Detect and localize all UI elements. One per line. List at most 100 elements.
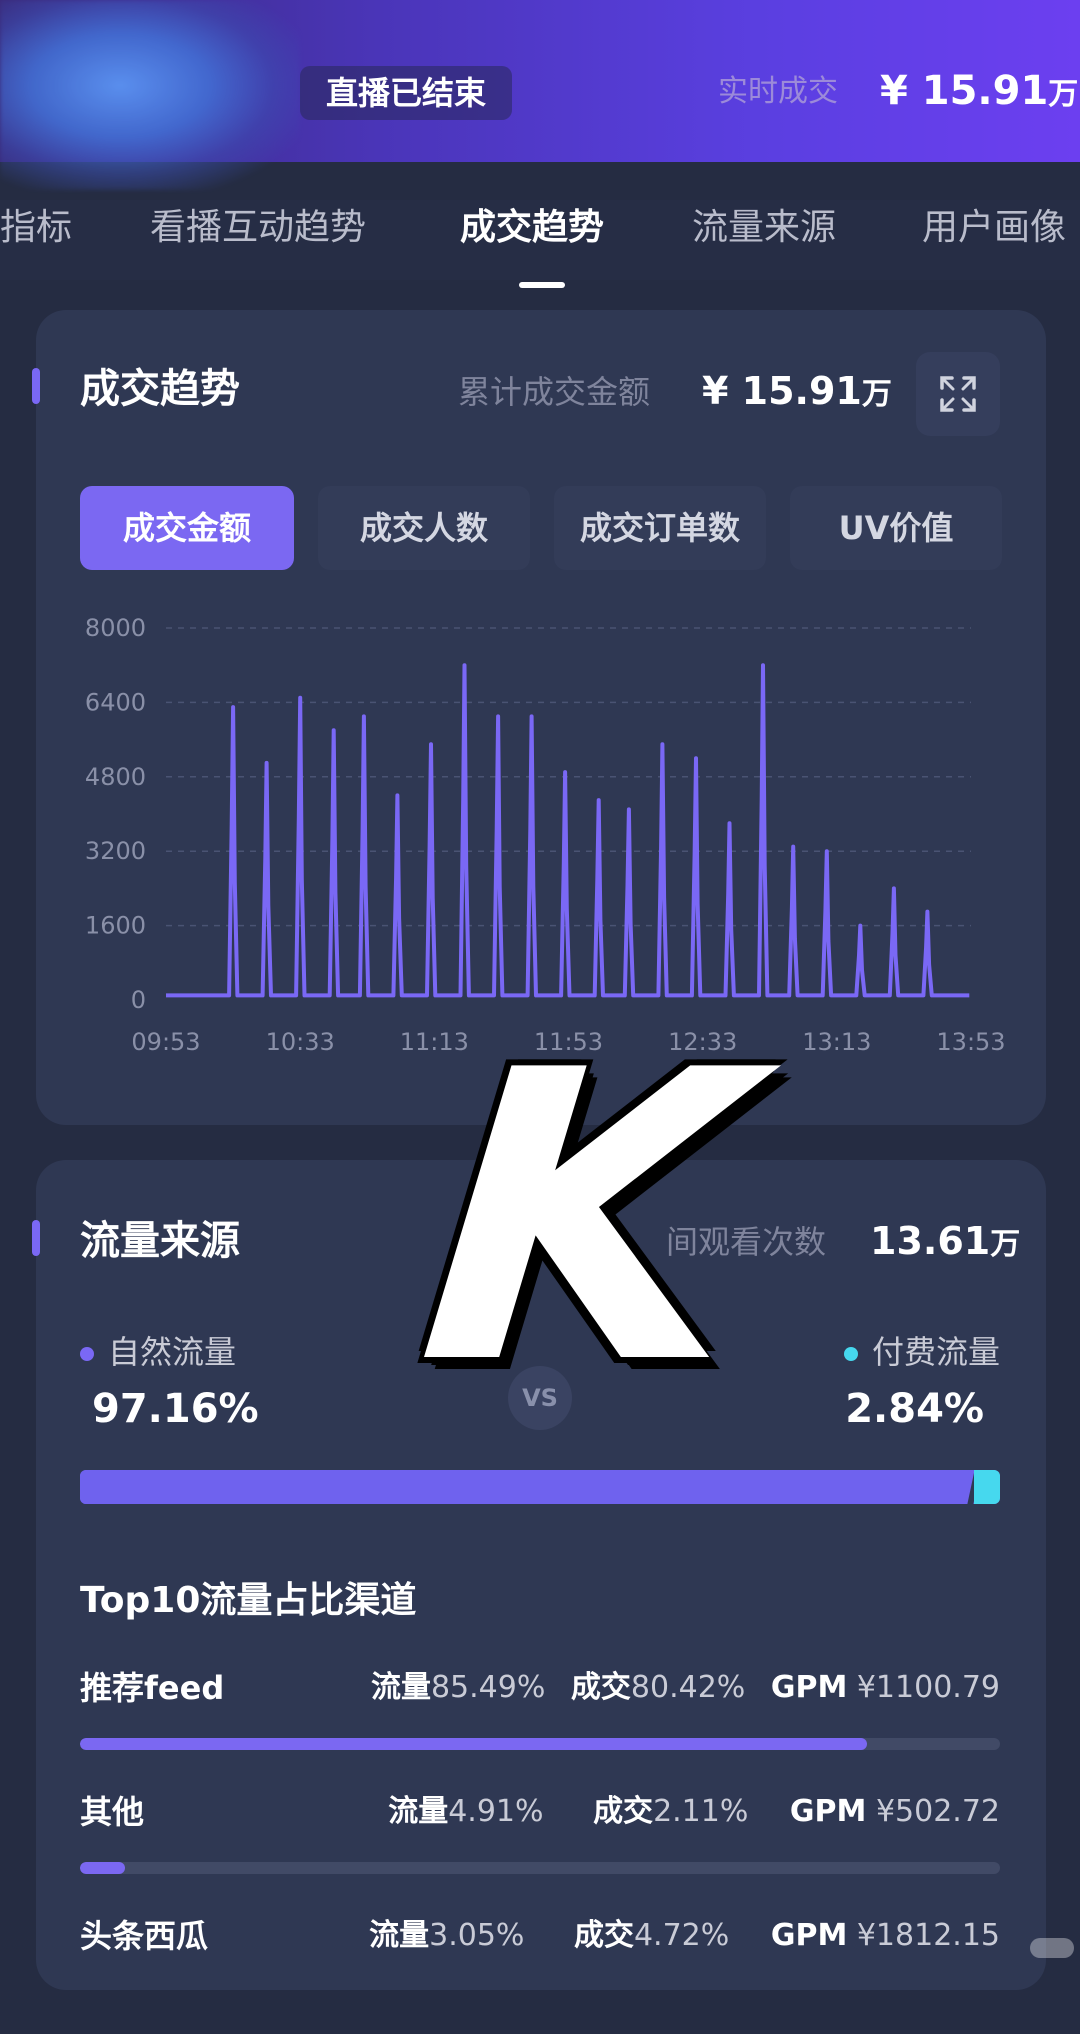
natural-share-fill — [80, 1470, 974, 1504]
x-tick-label: 09:53 — [131, 1028, 200, 1056]
metric-button-amount[interactable]: 成交金额 — [80, 486, 294, 570]
flow-label: 流量 — [388, 1794, 449, 1829]
tab-active-indicator — [519, 282, 565, 288]
cumulative-amount: ¥ 15.91 — [702, 369, 862, 413]
title-accent-bar — [32, 368, 40, 404]
realtime-value: ¥ 15.91万 — [880, 66, 1078, 120]
tab-metrics[interactable]: 指标 — [0, 200, 72, 256]
peak-point — [429, 742, 433, 746]
flow-label: 流量 — [370, 1670, 431, 1705]
paid-traffic-text: 付费流量 — [871, 1333, 1000, 1371]
y-tick-label: 6400 — [85, 688, 146, 716]
watermark-logo — [1030, 1938, 1074, 1958]
traffic-card-title: 流量来源 — [80, 1218, 240, 1264]
channel-name: 其他 — [80, 1793, 145, 1831]
live-status-badge: 直播已结束 — [300, 66, 513, 120]
cumulative-amount-value: ¥ 15.91万 — [702, 366, 892, 420]
channel-share-track — [80, 1862, 1000, 1874]
peak-point — [660, 742, 664, 746]
top10-channels-title: Top10流量占比渠道 — [80, 1580, 417, 1621]
channel-stats: 流量3.05% 成交4.72% GPM ¥1812.15 — [369, 1914, 1000, 1958]
x-tick-label: 13:53 — [936, 1028, 1005, 1056]
peak-point — [298, 696, 302, 700]
peak-point — [791, 845, 795, 849]
channel-stats: 流量4.91% 成交2.11% GPM ¥502.72 — [388, 1790, 1000, 1834]
channel-share-fill — [80, 1862, 126, 1874]
x-tick-label: 10:33 — [266, 1028, 335, 1056]
tab-trade-trend[interactable]: 成交趋势 — [460, 200, 604, 256]
peak-point — [728, 821, 731, 825]
peak-point — [825, 849, 829, 853]
deal-value: 80.42% — [630, 1670, 746, 1705]
gpm-label: GPM — [770, 1918, 848, 1953]
peak-point — [761, 663, 765, 667]
metric-button-uv-value[interactable]: UV价值 — [790, 486, 1002, 570]
deal-label: 成交 — [593, 1794, 654, 1829]
peak-point — [892, 886, 896, 890]
peak-point — [597, 798, 601, 802]
tab-user-profile[interactable]: 用户画像 — [922, 200, 1066, 256]
peak-point — [362, 714, 366, 718]
metric-button-orders[interactable]: 成交订单数 — [554, 486, 766, 570]
tab-bar: 指标 看播互动趋势 成交趋势 流量来源 用户画像 — [0, 200, 1080, 280]
peak-point — [627, 807, 631, 811]
gpm-label: GPM — [770, 1670, 848, 1705]
channel-share-fill — [80, 1738, 867, 1750]
channel-row[interactable]: 其他 流量4.91% 成交2.11% GPM ¥502.72 — [80, 1790, 1000, 1910]
view-count-value: 13.61万 — [870, 1216, 1020, 1270]
flow-value: 3.05% — [429, 1918, 525, 1953]
tab-watch-interaction[interactable]: 看播互动趋势 — [150, 200, 366, 256]
channel-share-track — [80, 1738, 1000, 1750]
peak-point — [530, 714, 534, 718]
paid-traffic-label: 付费流量 — [843, 1330, 1000, 1374]
k-sticker-overlay: K — [405, 987, 765, 1452]
deal-label: 成交 — [570, 1670, 631, 1705]
gpm-value: ¥1100.79 — [856, 1670, 1000, 1705]
peak-point — [395, 793, 399, 797]
peak-point — [858, 924, 862, 928]
peak-point — [332, 728, 336, 732]
peak-point — [694, 756, 698, 760]
live-header: 直播已结束 实时成交 ¥ 15.91万 — [0, 0, 1080, 190]
deal-label: 成交 — [573, 1918, 634, 1953]
channel-name: 推荐feed — [80, 1669, 225, 1707]
x-tick-label: 13:13 — [802, 1028, 871, 1056]
paid-dot-icon — [843, 1347, 858, 1361]
y-tick-label: 1600 — [85, 912, 146, 940]
peak-point — [463, 663, 467, 667]
y-tick-label: 4800 — [85, 763, 146, 791]
channel-row[interactable]: 头条西瓜 流量3.05% 成交4.72% GPM ¥1812.15 — [80, 1914, 1000, 2034]
peak-point — [925, 910, 929, 914]
deal-value: 2.11% — [653, 1794, 749, 1829]
realtime-amount: ¥ 15.91 — [880, 68, 1049, 114]
series-line — [166, 663, 970, 998]
gpm-value: ¥502.72 — [875, 1794, 1000, 1829]
metric-button-buyers[interactable]: 成交人数 — [318, 486, 530, 570]
realtime-unit: 万 — [1048, 77, 1079, 112]
fullscreen-button[interactable] — [916, 352, 1000, 436]
peak-point — [496, 714, 500, 718]
flow-label: 流量 — [369, 1918, 430, 1953]
natural-traffic-label: 自然流量 — [80, 1330, 236, 1374]
natural-traffic-pct: 97.16% — [92, 1386, 259, 1432]
paid-traffic-pct: 2.84% — [845, 1386, 984, 1432]
trade-card-title: 成交趋势 — [80, 366, 240, 412]
natural-traffic-text: 自然流量 — [108, 1333, 237, 1371]
channel-stats: 流量85.49% 成交80.42% GPM ¥1100.79 — [371, 1666, 1000, 1710]
tab-traffic-source[interactable]: 流量来源 — [692, 200, 836, 256]
channel-row[interactable]: 推荐feed 流量85.49% 成交80.42% GPM ¥1100.79 — [80, 1666, 1000, 1786]
title-accent-bar — [32, 1220, 40, 1256]
peak-point — [563, 770, 567, 774]
view-count-unit: 万 — [990, 1227, 1021, 1262]
channel-name: 头条西瓜 — [80, 1917, 209, 1955]
cumulative-unit: 万 — [861, 377, 892, 412]
natural-dot-icon — [80, 1347, 94, 1361]
cumulative-amount-label: 累计成交金额 — [458, 373, 651, 411]
y-tick-label: 3200 — [85, 837, 146, 865]
peak-point — [265, 761, 269, 765]
peak-point — [231, 705, 235, 709]
flow-value: 85.49% — [430, 1670, 546, 1705]
expand-icon — [940, 376, 976, 412]
deal-value: 4.72% — [633, 1918, 730, 1953]
y-tick-label: 0 — [131, 986, 146, 1014]
